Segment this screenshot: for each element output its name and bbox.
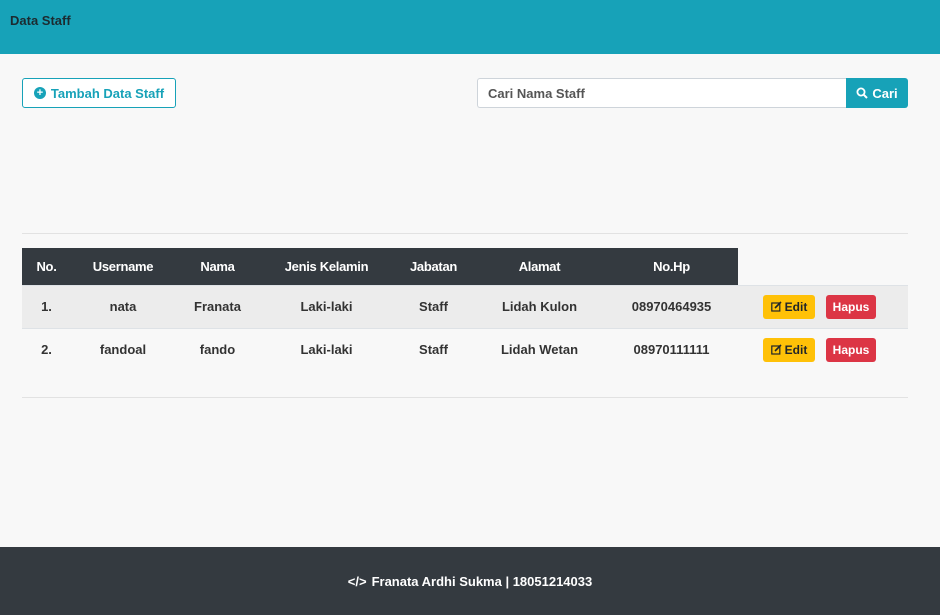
cell-username: fandoal <box>71 327 175 371</box>
delete-button[interactable]: Hapus <box>826 294 876 319</box>
edit-button[interactable]: Edit <box>763 337 815 362</box>
divider-top <box>22 233 908 234</box>
cell-alamat: Lidah Wetan <box>474 327 605 371</box>
cell-nohp: 08970464935 <box>605 284 738 328</box>
edit-button[interactable]: Edit <box>763 294 815 319</box>
cell-jabatan: Staff <box>393 284 474 328</box>
edit-icon <box>770 301 782 312</box>
cell-no: 1. <box>22 284 71 328</box>
search-button[interactable]: Cari <box>846 78 908 108</box>
page-title: Data Staff <box>10 13 71 28</box>
top-navbar: Data Staff <box>0 0 940 54</box>
cell-alamat: Lidah Kulon <box>474 284 605 328</box>
code-icon: </> <box>347 573 367 589</box>
add-staff-label: Tambah Data Staff <box>50 85 165 101</box>
search-icon <box>856 87 869 99</box>
col-nama: Nama <box>175 248 260 285</box>
cell-actions: Edit Hapus <box>738 327 908 371</box>
delete-label: Hapus <box>832 342 870 357</box>
col-nohp: No.Hp <box>605 248 738 285</box>
edit-icon <box>770 344 782 355</box>
cell-jenis-kelamin: Laki-laki <box>260 327 393 371</box>
delete-button[interactable]: Hapus <box>826 337 876 362</box>
staff-table: No. Username Nama Jenis Kelamin Jabatan … <box>22 248 908 371</box>
footer-text: Franata Ardhi Sukma | 18051214033 <box>371 573 593 589</box>
col-actions <box>738 248 908 285</box>
cell-nama: fando <box>175 327 260 371</box>
cell-actions: Edit Hapus <box>738 284 908 328</box>
edit-label: Edit <box>784 342 808 357</box>
col-jabatan: Jabatan <box>393 248 474 285</box>
table-header-row: No. Username Nama Jenis Kelamin Jabatan … <box>22 248 908 285</box>
col-alamat: Alamat <box>474 248 605 285</box>
search-input[interactable] <box>477 78 847 108</box>
divider-bottom <box>22 397 908 398</box>
cell-jenis-kelamin: Laki-laki <box>260 284 393 328</box>
delete-label: Hapus <box>832 299 870 314</box>
table-row: 2. fandoal fando Laki-laki Staff Lidah W… <box>22 327 908 371</box>
search-button-label: Cari <box>872 85 898 101</box>
cell-jabatan: Staff <box>393 327 474 371</box>
col-jenis-kelamin: Jenis Kelamin <box>260 248 393 285</box>
cell-no: 2. <box>22 327 71 371</box>
plus-circle-icon: + <box>33 87 46 99</box>
cell-nama: Franata <box>175 284 260 328</box>
table-row: 1. nata Franata Laki-laki Staff Lidah Ku… <box>22 284 908 328</box>
add-staff-button[interactable]: + Tambah Data Staff <box>22 78 176 108</box>
cell-username: nata <box>71 284 175 328</box>
col-username: Username <box>71 248 175 285</box>
cell-nohp: 08970111111 <box>605 327 738 371</box>
footer: </> Franata Ardhi Sukma | 18051214033 <box>0 547 940 615</box>
edit-label: Edit <box>784 299 808 314</box>
col-no: No. <box>22 248 71 285</box>
